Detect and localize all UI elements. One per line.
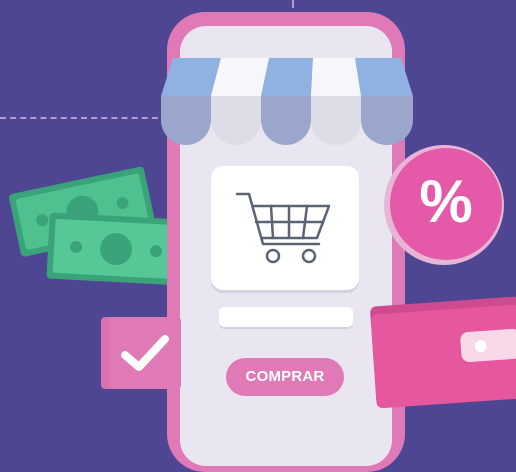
dashed-line-left	[0, 117, 168, 119]
checkmark-icon	[121, 335, 169, 371]
percent-icon: %	[390, 148, 502, 260]
buy-button[interactable]: COMPRAR	[226, 358, 344, 396]
shopping-cart-icon	[235, 192, 331, 264]
confirmation-card	[101, 317, 181, 389]
product-title-placeholder	[219, 307, 353, 327]
wallet-icon	[370, 296, 516, 409]
product-card	[211, 166, 359, 290]
store-awning	[161, 58, 413, 145]
dashed-line-top	[292, 0, 294, 8]
shopping-illustration: COMPRAR %	[0, 0, 516, 472]
